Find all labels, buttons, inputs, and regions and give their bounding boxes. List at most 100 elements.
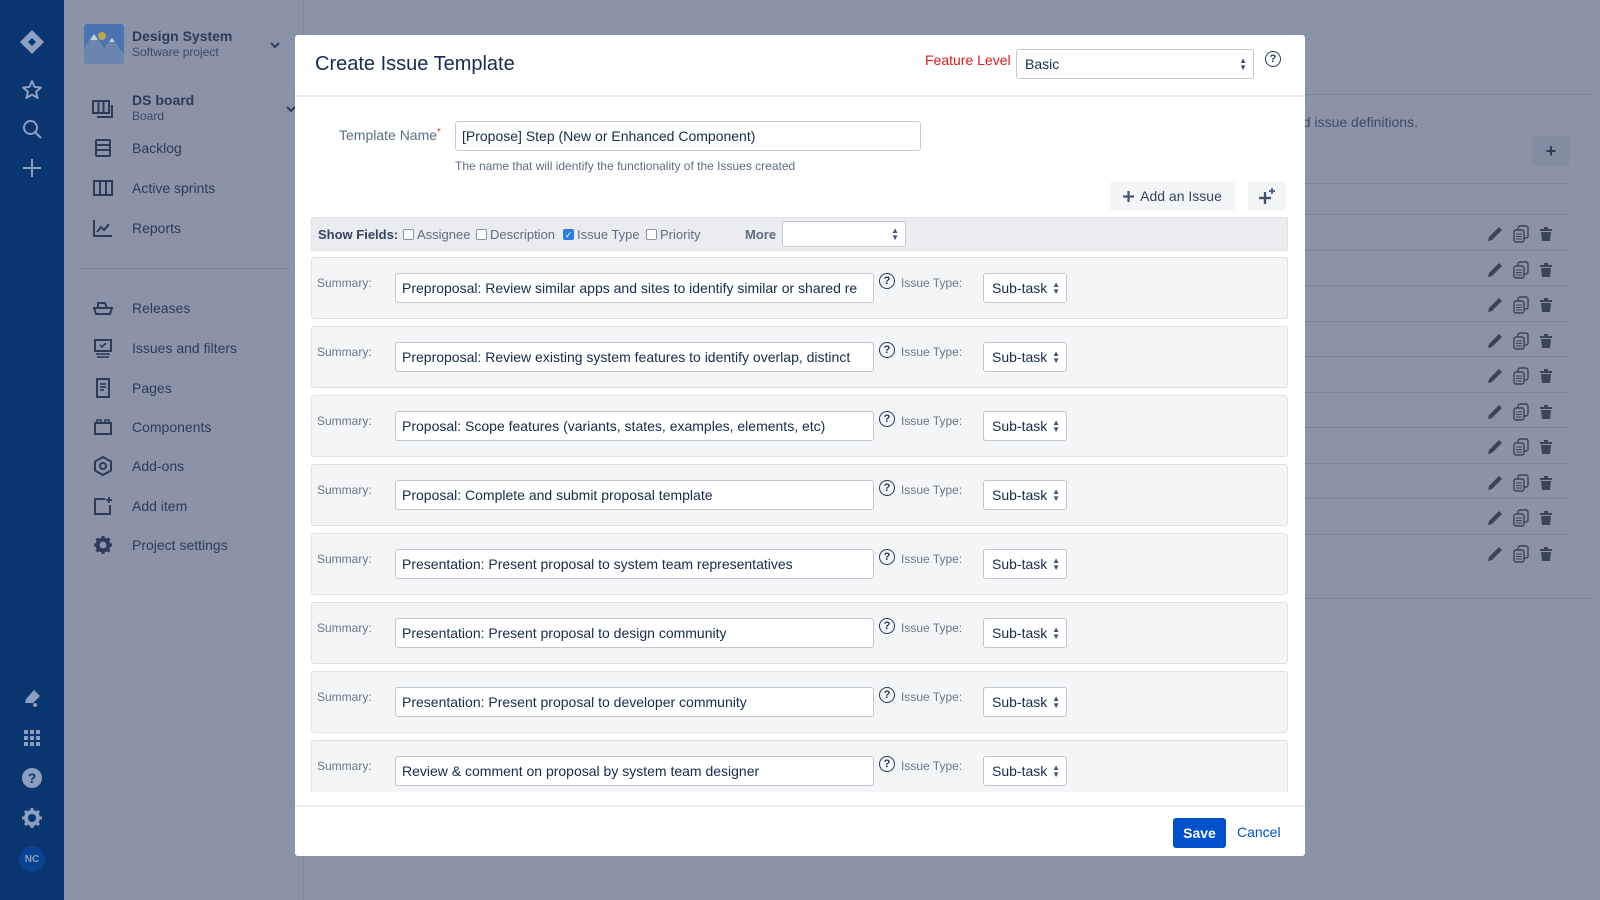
edit-pencil-icon[interactable] bbox=[1487, 226, 1503, 242]
more-label: More bbox=[745, 227, 777, 242]
delete-trash-icon[interactable] bbox=[1539, 368, 1553, 384]
add-issue-button[interactable]: Add an Issue bbox=[1110, 181, 1235, 211]
delete-trash-icon[interactable] bbox=[1539, 404, 1553, 420]
help-icon[interactable]: ? bbox=[879, 618, 895, 634]
copy-icon[interactable] bbox=[1513, 402, 1529, 421]
summary-input[interactable] bbox=[395, 342, 874, 372]
checkbox-checked[interactable]: ✓ bbox=[563, 229, 574, 240]
issue-type-select[interactable]: Sub-task ▲ ▼ bbox=[983, 480, 1067, 510]
help-icon[interactable]: ? bbox=[879, 273, 895, 289]
sidebar-item-issues-and-filters[interactable]: Issues and filters bbox=[92, 332, 292, 364]
user-avatar[interactable]: NC bbox=[19, 846, 45, 872]
settings-icon[interactable] bbox=[16, 802, 48, 834]
copy-icon[interactable] bbox=[1513, 260, 1529, 279]
edit-pencil-icon[interactable] bbox=[1487, 368, 1503, 384]
help-icon[interactable]: ? bbox=[879, 549, 895, 565]
save-button[interactable]: Save bbox=[1173, 818, 1226, 848]
notifications-icon[interactable] bbox=[16, 682, 48, 714]
help-icon[interactable]: ? bbox=[879, 342, 895, 358]
copy-icon[interactable] bbox=[1513, 544, 1529, 563]
chevron-down-icon[interactable] bbox=[268, 38, 282, 52]
delete-trash-icon[interactable] bbox=[1539, 510, 1553, 526]
sidebar-item-backlog[interactable]: Backlog bbox=[92, 132, 292, 164]
edit-pencil-icon[interactable] bbox=[1487, 333, 1503, 349]
show-field-issue-type[interactable]: ✓ Issue Type bbox=[563, 227, 640, 242]
jira-logo-icon[interactable] bbox=[16, 26, 48, 58]
copy-icon[interactable] bbox=[1513, 367, 1529, 385]
copy-icon[interactable] bbox=[1513, 225, 1529, 243]
sidebar-item-add-item[interactable]: Add item bbox=[92, 490, 292, 522]
copy-icon[interactable] bbox=[1513, 438, 1529, 456]
search-icon[interactable] bbox=[16, 113, 48, 145]
checkbox-label: Assignee bbox=[417, 227, 471, 242]
delete-trash-icon[interactable] bbox=[1539, 297, 1553, 313]
summary-input[interactable] bbox=[395, 480, 874, 510]
help-icon[interactable]: ? bbox=[879, 756, 895, 772]
summary-input[interactable] bbox=[395, 687, 874, 717]
create-plus-icon[interactable] bbox=[16, 152, 48, 184]
edit-pencil-icon[interactable] bbox=[1487, 404, 1503, 420]
show-field-description[interactable]: Description bbox=[476, 227, 555, 242]
sidebar-item-add-ons[interactable]: Add-ons bbox=[92, 450, 292, 482]
issue-type-select[interactable]: Sub-task ▲ ▼ bbox=[983, 273, 1067, 303]
magic-add-button[interactable] bbox=[1248, 181, 1286, 211]
summary-label: Summary: bbox=[317, 759, 372, 773]
edit-pencil-icon[interactable] bbox=[1487, 439, 1503, 455]
feature-level-select[interactable]: Basic ▲ ▼ bbox=[1016, 49, 1254, 79]
help-icon[interactable]: ? bbox=[879, 480, 895, 496]
copy-icon[interactable] bbox=[1513, 509, 1529, 527]
issue-type-select[interactable]: Sub-task ▲ ▼ bbox=[983, 618, 1067, 648]
add-template-button[interactable]: + bbox=[1532, 136, 1570, 166]
checkbox[interactable] bbox=[403, 229, 414, 240]
edit-pencil-icon[interactable] bbox=[1487, 297, 1503, 313]
summary-input[interactable] bbox=[395, 549, 874, 579]
edit-pencil-icon[interactable] bbox=[1487, 262, 1503, 278]
issue-type-select[interactable]: Sub-task ▲ ▼ bbox=[983, 687, 1067, 717]
issue-type-select[interactable]: Sub-task ▲ ▼ bbox=[983, 411, 1067, 441]
copy-icon[interactable] bbox=[1513, 331, 1529, 350]
delete-trash-icon[interactable] bbox=[1539, 546, 1553, 562]
summary-input[interactable] bbox=[395, 756, 874, 786]
summary-input[interactable] bbox=[395, 618, 874, 648]
delete-trash-icon[interactable] bbox=[1539, 262, 1553, 278]
checkbox[interactable] bbox=[646, 229, 657, 240]
sidebar-item-components[interactable]: Components bbox=[92, 411, 292, 443]
cancel-button[interactable]: Cancel bbox=[1237, 824, 1281, 840]
copy-icon[interactable] bbox=[1513, 296, 1529, 314]
issue-type-select[interactable]: Sub-task ▲ ▼ bbox=[983, 756, 1067, 786]
edit-pencil-icon[interactable] bbox=[1487, 546, 1503, 562]
show-field-priority[interactable]: Priority bbox=[646, 227, 700, 242]
issue-type-select[interactable]: Sub-task ▲ ▼ bbox=[983, 549, 1067, 579]
summary-input[interactable] bbox=[395, 411, 874, 441]
sidebar-item-ds-board[interactable]: DS board Board bbox=[92, 92, 296, 126]
app-switcher-icon[interactable] bbox=[16, 722, 48, 754]
summary-input[interactable] bbox=[395, 273, 874, 303]
help-icon[interactable]: ? bbox=[879, 687, 895, 703]
delete-trash-icon[interactable] bbox=[1539, 475, 1553, 491]
sidebar-item-pages[interactable]: Pages bbox=[92, 372, 292, 404]
template-name-input[interactable] bbox=[455, 121, 921, 151]
sidebar-item-releases[interactable]: Releases bbox=[92, 292, 292, 324]
delete-trash-icon[interactable] bbox=[1539, 226, 1553, 242]
delete-trash-icon[interactable] bbox=[1539, 439, 1553, 455]
checkbox[interactable] bbox=[476, 229, 487, 240]
help-icon[interactable]: ? bbox=[1265, 51, 1281, 67]
sidebar-item-label: Issues and filters bbox=[132, 340, 238, 356]
sidebar-item-reports[interactable]: Reports bbox=[92, 212, 292, 244]
select-arrows-icon: ▲ ▼ bbox=[891, 226, 899, 242]
row-divider bbox=[1295, 285, 1570, 286]
sidebar-item-active-sprints[interactable]: Active sprints bbox=[92, 172, 292, 204]
project-switcher[interactable]: Design System Software project bbox=[84, 24, 284, 64]
copy-icon[interactable] bbox=[1513, 473, 1529, 492]
edit-pencil-icon[interactable] bbox=[1487, 475, 1503, 491]
sidebar-item-project-settings[interactable]: Project settings bbox=[92, 529, 292, 561]
help-icon[interactable]: ? bbox=[879, 411, 895, 427]
row-divider bbox=[1295, 249, 1570, 251]
star-icon[interactable] bbox=[16, 74, 48, 106]
more-fields-select[interactable]: ▲ ▼ bbox=[782, 221, 906, 247]
edit-pencil-icon[interactable] bbox=[1487, 510, 1503, 526]
show-field-assignee[interactable]: Assignee bbox=[403, 227, 470, 242]
issue-type-select[interactable]: Sub-task ▲ ▼ bbox=[983, 342, 1067, 372]
delete-trash-icon[interactable] bbox=[1539, 333, 1553, 349]
help-icon[interactable]: ? bbox=[16, 762, 48, 794]
